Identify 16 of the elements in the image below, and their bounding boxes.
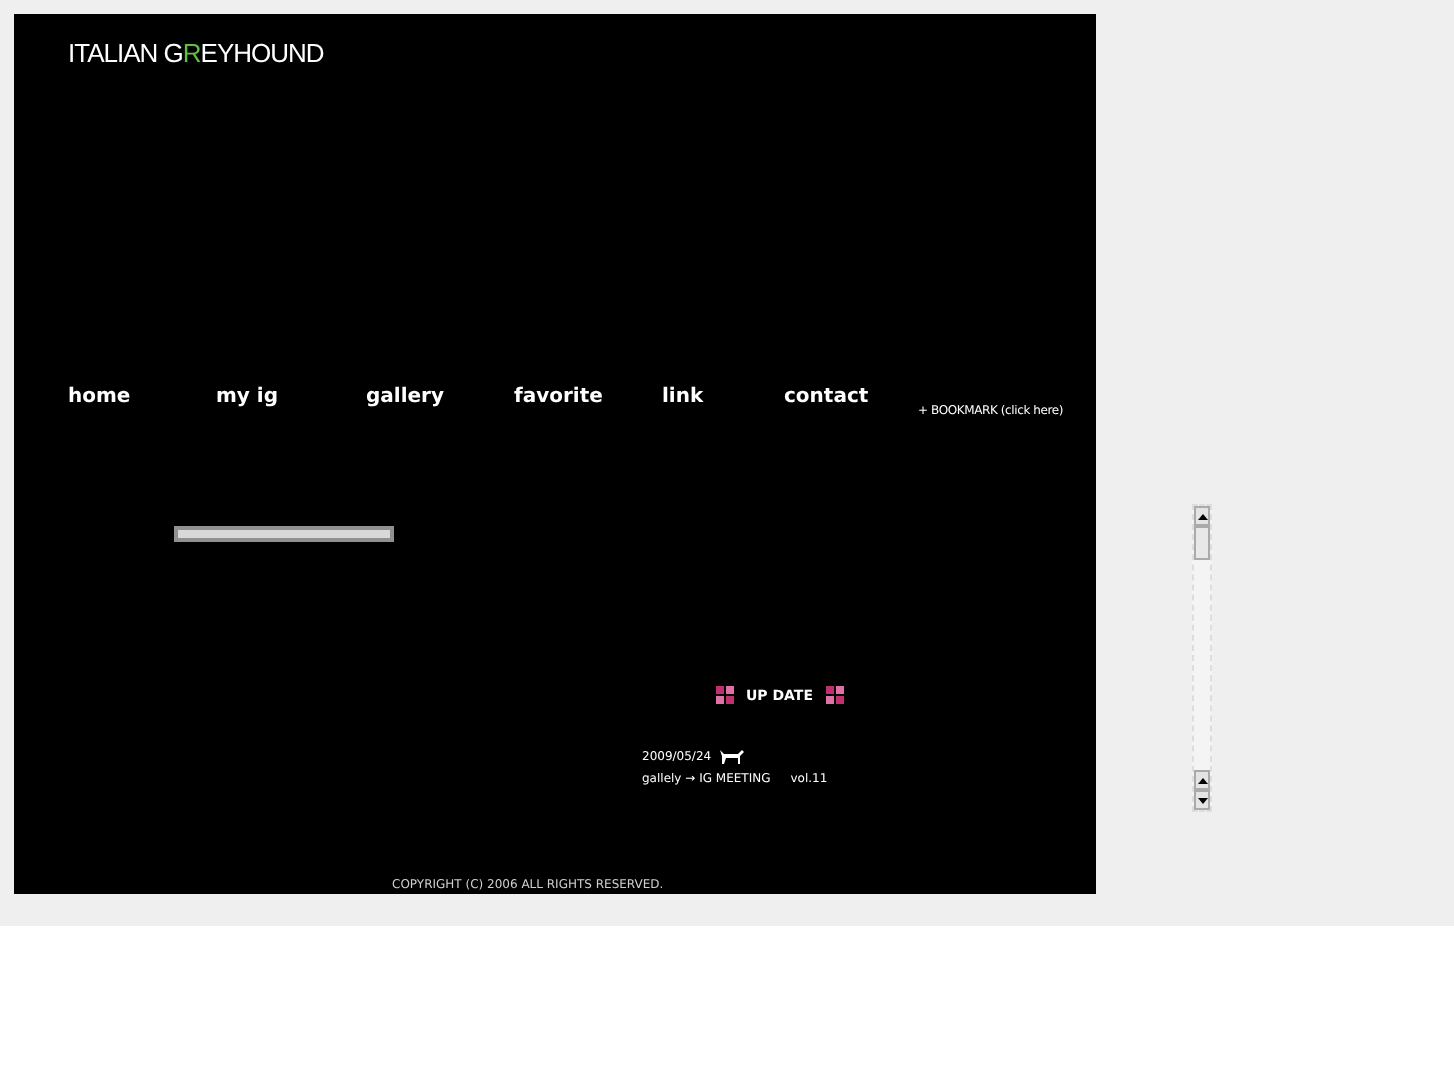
nav-link[interactable]: link [662, 381, 704, 411]
dog-icon [717, 748, 746, 766]
text-field[interactable] [174, 525, 394, 541]
squares-icon [825, 686, 843, 705]
scrollbar[interactable] [1192, 504, 1212, 812]
nav-link[interactable]: contact [784, 381, 869, 411]
squares-icon [716, 686, 734, 705]
nav-link[interactable]: my ig [216, 381, 279, 411]
nav-link[interactable]: gallery [366, 381, 444, 411]
scroll-up-icon[interactable] [1194, 770, 1210, 790]
scroll-up-icon[interactable] [1194, 506, 1210, 526]
nav-link[interactable]: favorite [514, 381, 603, 411]
scroll-thumb[interactable] [1194, 526, 1210, 560]
nav-link[interactable]: home [68, 381, 131, 411]
scroll-down-icon[interactable] [1194, 790, 1210, 810]
logo: ITALIAN GREYHOUND [68, 36, 324, 72]
